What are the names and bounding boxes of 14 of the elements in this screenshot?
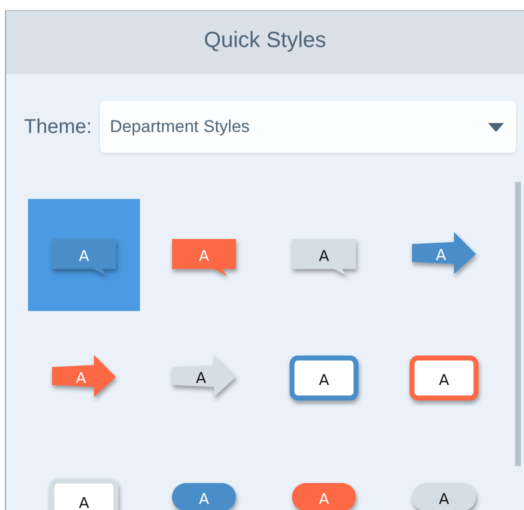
panel-title: Quick Styles	[204, 27, 326, 54]
scrollbar[interactable]	[515, 182, 521, 466]
dropdown-caret-icon	[488, 122, 504, 132]
quick-style-tile[interactable]: A	[388, 322, 500, 434]
quick-style-tile[interactable]: A	[388, 445, 500, 510]
quick-style-tile[interactable]: A	[148, 322, 260, 434]
theme-label: Theme:	[24, 115, 92, 140]
quick-style-tile[interactable]: A	[388, 199, 500, 311]
quick-style-tile[interactable]: A	[268, 199, 380, 311]
quick-style-tile[interactable]: A	[28, 199, 140, 311]
quick-style-tile[interactable]: A	[148, 445, 260, 510]
theme-dropdown[interactable]: Department Styles	[100, 101, 516, 153]
quick-style-tile[interactable]: A	[268, 322, 380, 434]
quick-style-tile[interactable]: A	[28, 445, 140, 510]
